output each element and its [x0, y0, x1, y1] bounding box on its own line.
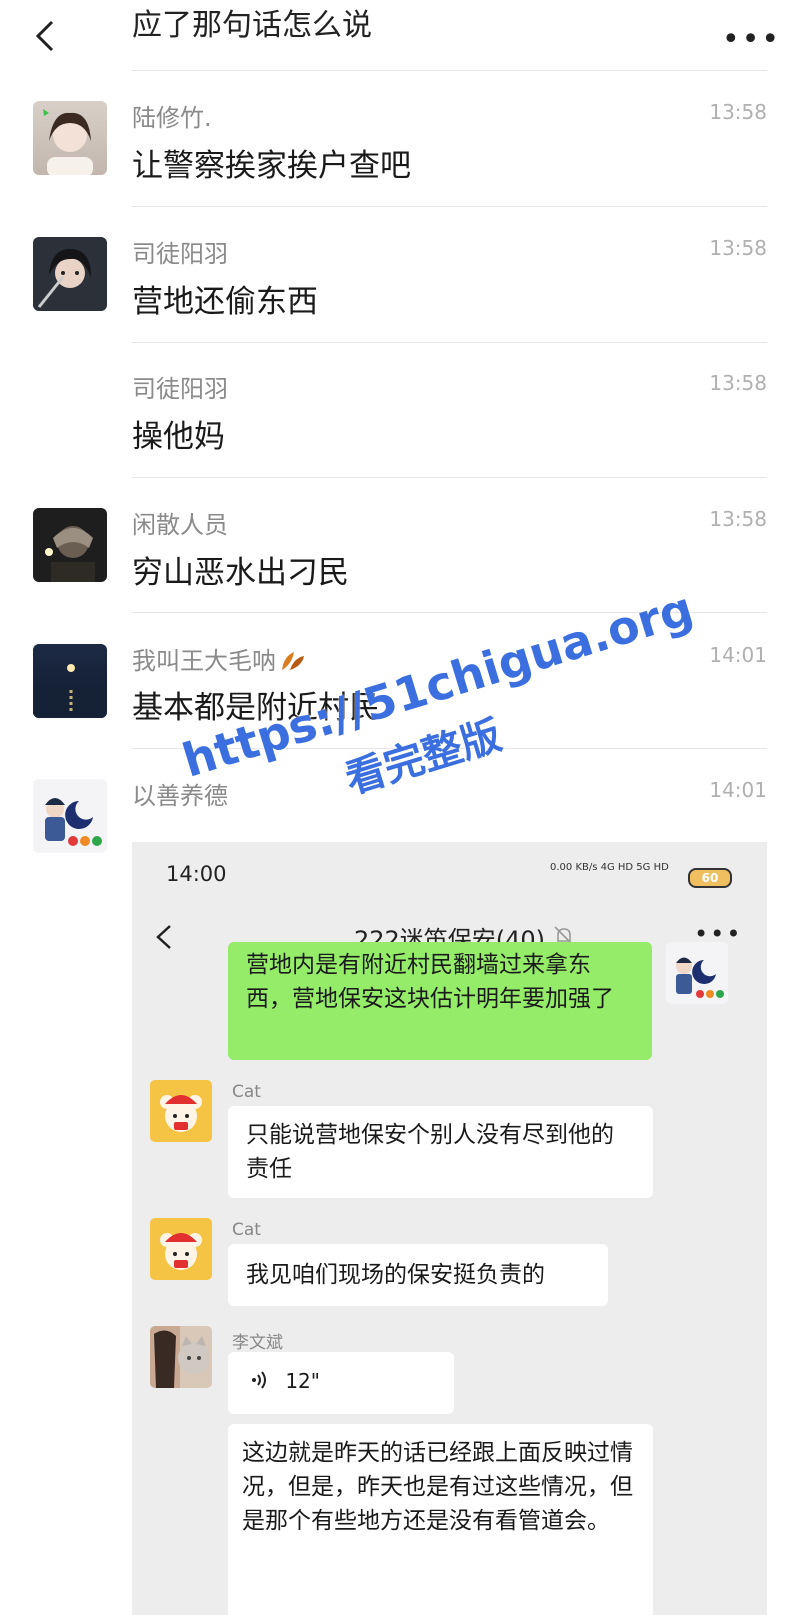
- message-time: 14:01: [709, 778, 767, 802]
- message-time: 14:01: [709, 643, 767, 667]
- voice-duration: 12": [285, 1369, 320, 1393]
- sender-name: 李文斌: [232, 1333, 283, 1353]
- message-bubble: 这边就是昨天的话已经跟上面反映过情况，但是，昨天也是有过这些情况，但是那个有些地…: [228, 1424, 653, 1615]
- sender-name: 以善养德: [132, 782, 228, 810]
- avatar: [150, 1218, 212, 1280]
- avatar[interactable]: [33, 508, 107, 582]
- divider: [132, 70, 767, 71]
- avatar[interactable]: [33, 779, 107, 853]
- battery-icon: 60: [688, 868, 732, 888]
- network-status: 0.00 KB/s 4G HD 5G HD: [550, 862, 669, 873]
- message-text: 穷山恶水出刁民: [132, 555, 349, 591]
- sender-name: 我叫王大毛呐: [132, 641, 306, 676]
- message-bubble: 我见咱们现场的保安挺负责的: [228, 1244, 608, 1306]
- sender-name: Cat: [232, 1082, 261, 1102]
- voice-icon: [248, 1368, 272, 1392]
- avatar: [666, 942, 728, 1004]
- message-text: 营地还偷东西: [132, 284, 318, 320]
- status-time: 14:00: [166, 862, 227, 886]
- divider: [132, 748, 767, 749]
- leaf-emoji-icon: [280, 650, 306, 672]
- voice-message: 12": [228, 1352, 454, 1414]
- message-bubble-self: 营地内是有附近村民翻墙过来拿东西，营地保安这块估计明年要加强了: [228, 942, 652, 1060]
- message-text: 操他妈: [132, 419, 225, 455]
- message-time: 13:58: [709, 507, 767, 531]
- message-bubble: 只能说营地保安个别人没有尽到他的责任: [228, 1106, 653, 1198]
- avatar: [150, 1326, 212, 1388]
- sender-name: 司徒阳羽: [132, 240, 228, 268]
- divider: [132, 477, 767, 478]
- sender-name: 闲散人员: [132, 511, 228, 539]
- avatar[interactable]: [33, 101, 107, 175]
- avatar[interactable]: [33, 237, 107, 311]
- divider: [132, 206, 767, 207]
- sender-name: 司徒阳羽: [132, 375, 228, 403]
- message-text: 让警察挨家挨户查吧: [132, 148, 411, 184]
- sender-name: Cat: [232, 1220, 261, 1240]
- message-text: 基本都是附近村民: [132, 690, 380, 726]
- screenshot-image[interactable]: 14:00 0.00 KB/s 4G HD 5G HD 60 222迷笛保安(4…: [132, 842, 767, 1615]
- message-time: 13:58: [709, 100, 767, 124]
- message-time: 13:58: [709, 371, 767, 395]
- divider: [132, 612, 767, 613]
- more-options-icon[interactable]: •••: [722, 22, 779, 57]
- divider: [132, 342, 767, 343]
- message-time: 13:58: [709, 236, 767, 260]
- back-icon[interactable]: [28, 16, 68, 56]
- avatar[interactable]: [33, 644, 107, 718]
- sender-name: 陆修竹.: [132, 104, 212, 132]
- page-title: 应了那句话怎么说: [132, 8, 372, 43]
- avatar: [150, 1080, 212, 1142]
